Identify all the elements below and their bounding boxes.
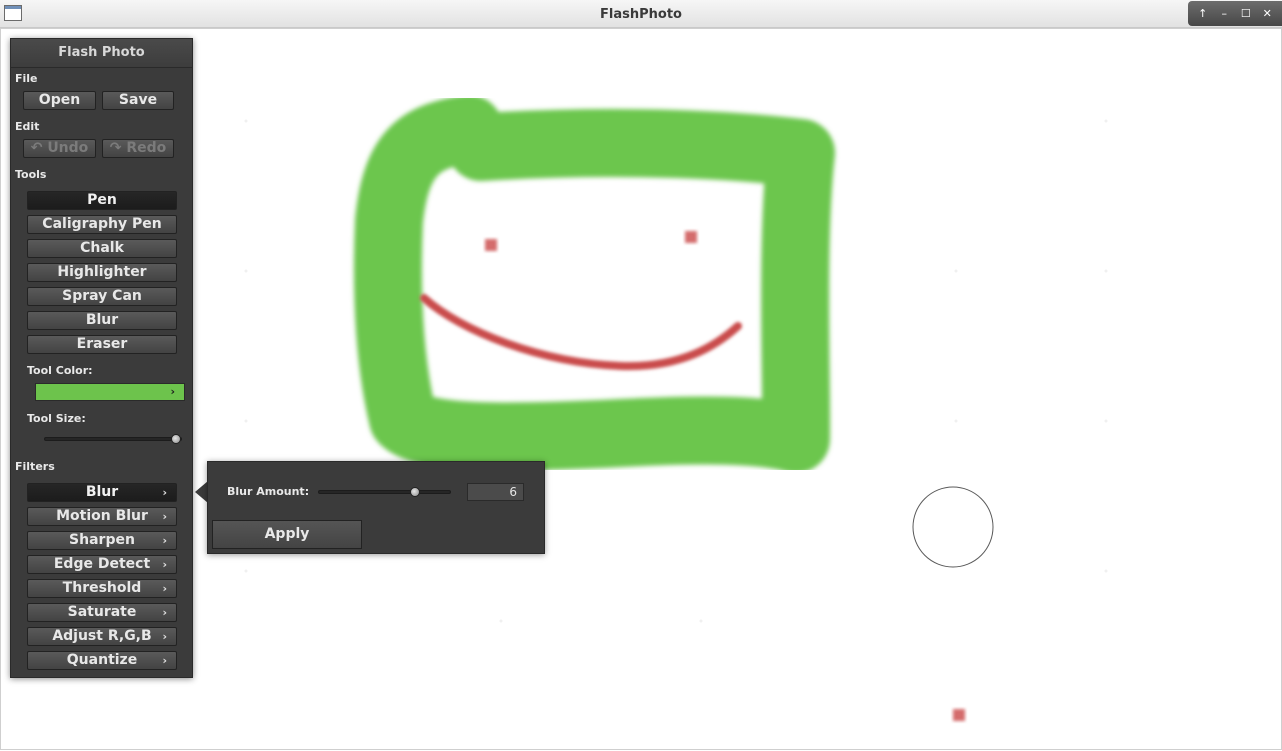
file-section-label: File — [15, 72, 38, 85]
tools-section-label: Tools — [15, 168, 47, 181]
filter-label: Quantize — [66, 652, 138, 668]
green-stroke — [353, 95, 835, 473]
filter-label: Edge Detect — [53, 556, 151, 572]
open-button[interactable]: Open — [23, 91, 96, 110]
tool-color-picker[interactable]: › — [35, 383, 185, 401]
undo-label: Undo — [47, 140, 89, 156]
chevron-right-icon: › — [162, 582, 167, 595]
blur-amount-slider-thumb[interactable] — [410, 487, 421, 497]
filter-label: Motion Blur — [56, 508, 148, 524]
filter-label: Threshold — [62, 580, 142, 596]
canvas-drawing — [244, 95, 1108, 721]
title-bar: FlashPhoto ↑ – ☐ ✕ — [0, 0, 1282, 28]
chevron-right-icon: › — [162, 486, 167, 499]
filter-label: Blur — [85, 484, 119, 500]
red-dot — [485, 239, 497, 251]
filter-label: Sharpen — [69, 532, 135, 548]
control-panel: Flash Photo File Open Save Edit ↶ Undo ↷… — [10, 38, 193, 678]
edit-section-label: Edit — [15, 120, 40, 133]
filters-section-label: Filters — [15, 460, 55, 473]
tool-blur-button[interactable]: Blur — [27, 311, 177, 330]
undo-button[interactable]: ↶ Undo — [23, 139, 96, 158]
close-icon[interactable]: ✕ — [1258, 7, 1276, 20]
tool-size-slider-thumb[interactable] — [171, 434, 181, 444]
minimize-icon[interactable]: – — [1215, 7, 1233, 20]
chevron-right-icon: › — [162, 654, 167, 667]
filter-motion-blur-button[interactable]: Motion Blur › — [27, 507, 177, 526]
filter-quantize-button[interactable]: Quantize › — [27, 651, 177, 670]
red-dot — [953, 709, 965, 721]
tool-caligraphy-pen-button[interactable]: Caligraphy Pen — [27, 215, 177, 234]
window-title: FlashPhoto — [600, 7, 682, 22]
redo-arrow-icon: ↷ — [109, 140, 122, 156]
filter-sharpen-button[interactable]: Sharpen › — [27, 531, 177, 550]
undo-arrow-icon: ↶ — [30, 140, 43, 156]
save-button[interactable]: Save — [102, 91, 174, 110]
filter-blur-button[interactable]: Blur › — [27, 483, 177, 502]
red-dot — [685, 231, 697, 243]
tool-color-label: Tool Color: — [27, 364, 93, 377]
apply-button[interactable]: Apply — [212, 520, 362, 549]
chevron-right-icon: › — [162, 630, 167, 643]
tool-chalk-button[interactable]: Chalk — [27, 239, 177, 258]
blur-amount-field[interactable]: 6 — [467, 483, 524, 501]
filter-label: Adjust R,G,B — [52, 628, 152, 644]
tool-size-slider-track[interactable] — [44, 437, 182, 441]
filter-saturate-button[interactable]: Saturate › — [27, 603, 177, 622]
red-smile-stroke — [420, 294, 742, 371]
chevron-right-icon: › — [162, 606, 167, 619]
blur-amount-label: Blur Amount: — [227, 485, 310, 498]
maximize-icon[interactable]: ☐ — [1237, 7, 1255, 20]
chevron-right-icon: › — [162, 558, 167, 571]
chevron-right-icon: › — [162, 534, 167, 547]
window-controls: ↑ – ☐ ✕ — [1188, 1, 1282, 26]
tool-eraser-button[interactable]: Eraser — [27, 335, 177, 354]
filter-adjust-rgb-button[interactable]: Adjust R,G,B › — [27, 627, 177, 646]
tool-spray-can-button[interactable]: Spray Can — [27, 287, 177, 306]
filter-edge-detect-button[interactable]: Edge Detect › — [27, 555, 177, 574]
tool-pen-button[interactable]: Pen — [27, 191, 177, 210]
keep-above-icon[interactable]: ↑ — [1194, 7, 1212, 20]
blur-amount-slider-track[interactable] — [318, 490, 451, 494]
redo-button[interactable]: ↷ Redo — [102, 139, 174, 158]
tool-highlighter-button[interactable]: Highlighter — [27, 263, 177, 282]
brush-cursor — [912, 486, 994, 568]
tool-size-label: Tool Size: — [27, 412, 86, 425]
chevron-right-icon: › — [170, 385, 175, 398]
filter-threshold-button[interactable]: Threshold › — [27, 579, 177, 598]
filter-label: Saturate — [67, 604, 137, 620]
chevron-right-icon: › — [162, 510, 167, 523]
panel-title: Flash Photo — [11, 39, 192, 68]
redo-label: Redo — [126, 140, 167, 156]
blur-filter-popup: Blur Amount: 6 Apply — [207, 461, 545, 554]
